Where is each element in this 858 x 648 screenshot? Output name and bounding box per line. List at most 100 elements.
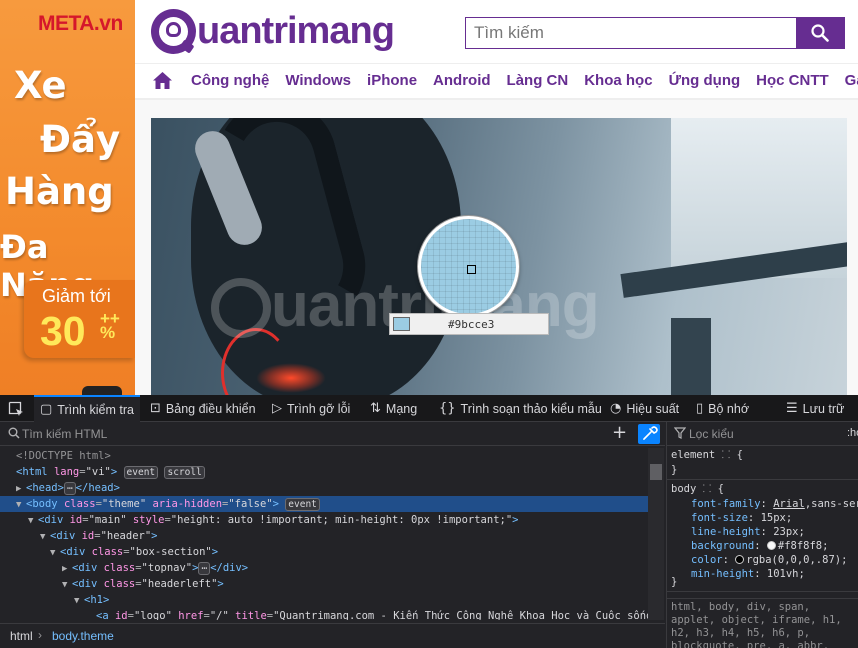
tree-node-div-headerleft[interactable]: ▼ <div class="headerleft"> (0, 576, 648, 592)
tree-node-div-topnav[interactable]: ▶ <div class="topnav"> ⋯ </div> (0, 560, 648, 576)
nav-item[interactable]: Ứng dụng (669, 72, 741, 89)
tree-node-h1[interactable]: ▼ <h1> (0, 592, 648, 608)
search-icon (8, 427, 20, 439)
devtools-toolbar: ▢ Trình kiểm tra ⊡ Bảng điều khiển ▷ Trình gỡ… (0, 395, 858, 422)
nav-item[interactable]: Android (433, 72, 491, 89)
devtools-tab-label: Trình soạn thảo kiểu mẫu (460, 401, 602, 416)
nav-item[interactable]: Windows (285, 72, 351, 89)
inspector-icon: ▢ (40, 402, 53, 417)
nav-item[interactable]: Làng CN (507, 72, 569, 89)
tree-node-html[interactable]: <html lang="vi"> event scroll (0, 464, 648, 480)
pseudo-class-toggle[interactable]: :ho (847, 427, 858, 439)
collapse-icon[interactable]: ▼ (40, 529, 50, 545)
main-navigation: Công nghệ Windows iPhone Android Làng CN Khoa… (135, 63, 858, 100)
scroll-badge[interactable]: scroll (164, 466, 205, 479)
tree-node-div-main[interactable]: ▼ <div id="main" style="height: auto !imp… (0, 512, 648, 528)
devtools-tab-style-editor[interactable]: {} Trình soạn thảo kiểu mẫu (433, 395, 608, 422)
devtools-tab-label: Trình kiểm tra (57, 402, 134, 417)
css-property-min-height[interactable]: min-height: 101vh; (691, 567, 805, 582)
dom-tree-vertical-scrollbar[interactable] (648, 448, 664, 620)
collapse-icon[interactable]: ▼ (16, 497, 26, 513)
performance-icon: ◔ (610, 401, 622, 416)
nav-item[interactable]: Khoa học (584, 72, 652, 89)
site-logo[interactable]: uantrimang (151, 8, 395, 56)
eyedropper-button[interactable] (638, 424, 660, 444)
style-filter-input[interactable] (689, 424, 829, 444)
inspector-markup-pane: + <!DOCTYPE html> <html lang="vi"> event… (0, 422, 665, 648)
devtools-tab-performance[interactable]: ◔ Hiệu suất (604, 395, 685, 422)
tree-node-div-header[interactable]: ▼ <div id="header"> (0, 528, 648, 544)
site-search-input[interactable] (466, 18, 796, 48)
tree-node-doctype[interactable]: <!DOCTYPE html> (0, 448, 648, 464)
devtools-tab-memory[interactable]: ▯ Bộ nhớ (690, 395, 755, 422)
site-search (465, 17, 845, 49)
devtools-tab-label: Mạng (385, 401, 418, 416)
add-node-button[interactable]: + (612, 422, 627, 443)
search-icon (811, 24, 829, 42)
tree-node-head[interactable]: ▶ <head> ⋯ </head> (0, 480, 648, 496)
color-swatch-icon[interactable] (766, 541, 776, 550)
eyedropper-icon (643, 426, 658, 440)
eyedropper-magnifier[interactable] (418, 216, 519, 317)
expand-icon[interactable]: ▶ (16, 481, 26, 497)
collapsed-badge[interactable]: ⋯ (63, 482, 76, 495)
ad-headline-line3: Hàng (5, 170, 114, 213)
css-property-font-family[interactable]: font-family: Arial,sans-serif; (691, 497, 858, 512)
filter-icon (674, 427, 686, 439)
devtools-tab-network[interactable]: ⇅ Mạng (364, 395, 423, 422)
collapse-icon[interactable]: ▼ (50, 545, 60, 561)
rules-pane: :ho element ⸬ { } body ⸬ { font-family: … (666, 422, 858, 648)
inherited-selectors[interactable]: html, body, div, span, applet, object, i… (667, 598, 858, 648)
collapse-icon[interactable]: ▼ (28, 513, 38, 529)
devtools-tab-inspector[interactable]: ▢ Trình kiểm tra (34, 395, 140, 422)
ad-brand-logo: META.vn (38, 12, 123, 35)
nav-item[interactable]: Học CNTT (756, 72, 829, 89)
devtools-tab-debugger[interactable]: ▷ Trình gỡ lỗi (266, 395, 356, 422)
color-swatch-icon[interactable] (735, 555, 745, 564)
debugger-icon: ▷ (272, 401, 282, 416)
style-editor-icon: {} (439, 401, 456, 416)
collapsed-badge[interactable]: ⋯ (198, 562, 211, 575)
devtools-tab-storage[interactable]: ☰ Lưu trữ (780, 395, 850, 422)
breadcrumb-html[interactable]: html (10, 629, 33, 643)
color-value: #9bcce3 (448, 318, 495, 331)
tree-node-div-box-section[interactable]: ▼ <div class="box-section"> (0, 544, 648, 560)
side-advertisement[interactable]: META.vn Xe Đẩy Hàng Đa Năng Giảm tới 30 … (0, 0, 135, 395)
event-badge[interactable]: event (285, 498, 320, 511)
css-property-line-height[interactable]: line-height: 23px; (691, 525, 805, 540)
css-rules: element ⸬ { } body ⸬ { font-family: Aria… (667, 448, 858, 598)
nav-item[interactable]: Game (845, 72, 858, 89)
css-property-color[interactable]: color: rgba(0,0,0,.87); (691, 553, 847, 568)
devtools-tab-label: Hiệu suất (626, 401, 680, 416)
watermark-logo-icon (211, 278, 271, 338)
devtools-tab-label: Lưu trữ (802, 401, 845, 416)
html-search-bar: + (0, 422, 665, 446)
nav-item[interactable]: iPhone (367, 72, 417, 89)
breadcrumb-body-theme[interactable]: body.theme (52, 629, 114, 643)
browser-page: META.vn Xe Đẩy Hàng Đa Năng Giảm tới 30 … (0, 0, 858, 648)
expand-icon[interactable]: ▶ (62, 561, 72, 577)
devtools-tab-label: Bảng điều khiển (165, 401, 256, 416)
html-search-input[interactable] (22, 424, 582, 444)
storage-icon: ☰ (786, 401, 798, 416)
dom-tree: <!DOCTYPE html> <html lang="vi"> event s… (0, 448, 648, 620)
ad-headline-line1: Xe (14, 64, 67, 107)
devtools-tab-console[interactable]: ⊡ Bảng điều khiển (144, 395, 262, 422)
logo-text: uantrimang (197, 10, 395, 52)
network-icon: ⇅ (370, 401, 381, 416)
css-property-font-size[interactable]: font-size: 15px; (691, 511, 792, 526)
tree-node-a-logo[interactable]: <a id="logo" href="/" title="Quantrimang… (0, 608, 648, 620)
rule-element-selector[interactable]: element ⸬ { (671, 448, 743, 463)
console-icon: ⊡ (150, 401, 161, 416)
collapse-icon[interactable]: ▼ (74, 593, 84, 609)
element-picker-icon[interactable] (8, 401, 24, 417)
tree-node-body-selected[interactable]: ▼ <body class="theme" aria-hidden="false"… (0, 496, 648, 512)
home-icon[interactable] (152, 71, 173, 90)
site-search-button[interactable] (796, 18, 844, 48)
event-badge[interactable]: event (123, 466, 159, 479)
css-property-background[interactable]: background: #f8f8f8; (691, 539, 828, 554)
nav-item[interactable]: Công nghệ (191, 72, 269, 89)
scrollbar-thumb[interactable] (650, 464, 662, 480)
collapse-icon[interactable]: ▼ (62, 577, 72, 593)
rule-body-selector[interactable]: body ⸬ { (671, 482, 724, 497)
